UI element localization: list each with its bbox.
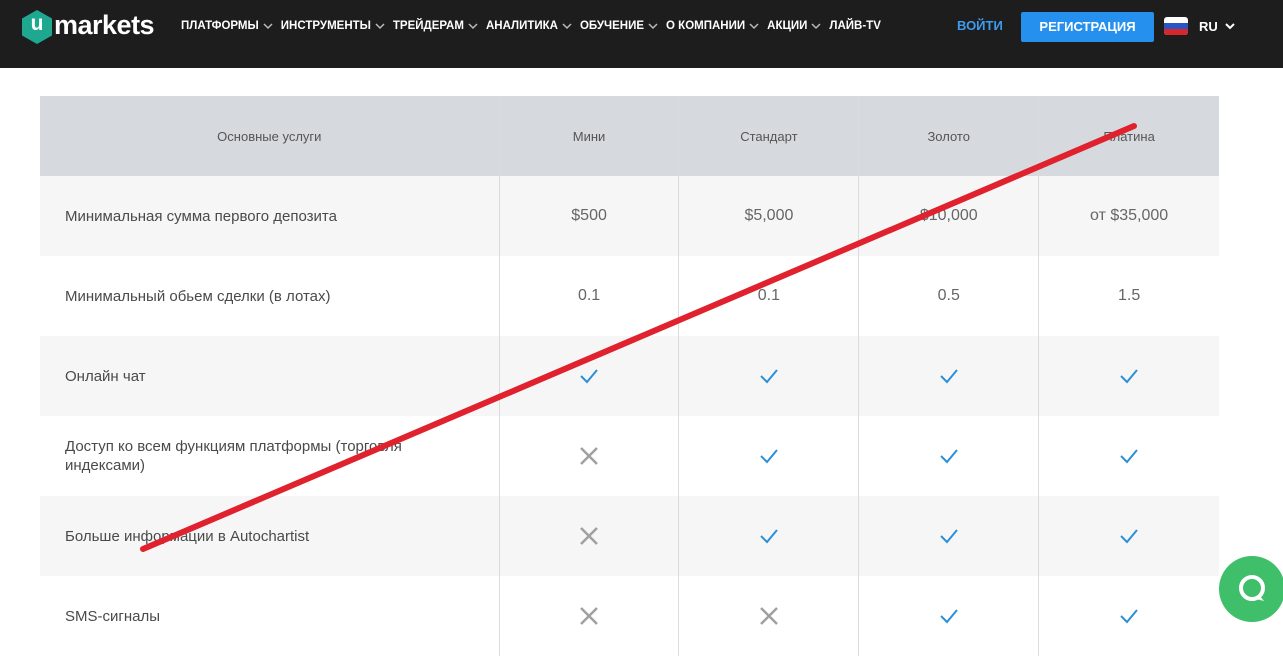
cross-icon — [580, 447, 598, 465]
table-cell-icon — [859, 416, 1040, 496]
table-cell-icon — [859, 336, 1040, 416]
table-cell-icon — [679, 416, 860, 496]
nav-item-5[interactable]: О КОМПАНИИ — [666, 18, 759, 34]
nav-item-label: АКЦИИ — [767, 20, 808, 32]
nav-item-0[interactable]: ПЛАТФОРМЫ — [181, 18, 273, 34]
table-row: Доступ ко всем функциям платформы (торго… — [40, 416, 1219, 496]
chevron-down-icon — [648, 23, 658, 30]
nav-item-6[interactable]: АКЦИИ — [767, 18, 821, 34]
chat-bubble-icon — [1239, 575, 1265, 601]
login-link[interactable]: ВОЙТИ — [957, 18, 1003, 33]
column-header: Основные услуги — [40, 96, 500, 176]
nav-item-label: АНАЛИТИКА — [485, 20, 558, 32]
check-icon — [760, 369, 778, 384]
check-icon — [1120, 369, 1138, 384]
nav-item-label: О КОМПАНИИ — [666, 20, 746, 32]
account-types-table: Основные услуги Мини Стандарт Золото Платина… — [40, 96, 1219, 656]
check-icon — [1120, 529, 1138, 544]
nav-item-label: ОБУЧЕНИЕ — [579, 20, 645, 32]
cross-icon — [580, 607, 598, 625]
nav-item-label: ЛАЙВ-TV — [829, 20, 881, 32]
table-cell-icon — [679, 576, 860, 656]
nav-item-2[interactable]: ТРЕЙДЕРАМ — [393, 18, 478, 34]
logo-letter: u — [30, 12, 44, 35]
column-header: Стандарт — [679, 96, 860, 176]
table-cell-icon — [500, 416, 680, 496]
nav-item-label: ИНСТРУМЕНТЫ — [280, 20, 371, 32]
chevron-down-icon — [375, 23, 385, 30]
cross-icon — [580, 527, 598, 545]
table-cell-value: от $35,000 — [1090, 207, 1169, 224]
check-icon — [1120, 449, 1138, 464]
row-label: Доступ ко всем функциям платформы (торго… — [40, 416, 500, 496]
check-icon — [940, 609, 958, 624]
chevron-down-icon — [468, 23, 478, 30]
logo-text: markets — [54, 10, 155, 40]
table-cell-icon — [500, 496, 680, 576]
check-icon — [580, 369, 598, 384]
chevron-down-icon[interactable] — [1224, 20, 1236, 32]
register-button[interactable]: РЕГИСТРАЦИЯ — [1021, 12, 1154, 42]
table-row: Онлайн чат — [40, 336, 1219, 416]
chat-button[interactable] — [1219, 556, 1283, 622]
nav-item-label: ТРЕЙДЕРАМ — [392, 20, 464, 32]
table-cell-value: $10,000 — [859, 176, 1040, 256]
chevron-down-icon — [263, 23, 273, 30]
umarkets-logo[interactable]: u markets — [21, 9, 161, 47]
table-cell-icon — [1039, 416, 1219, 496]
table-cell-value: 0.1 — [679, 256, 860, 336]
russia-flag-icon[interactable] — [1164, 17, 1188, 35]
table-row: SMS-сигналы — [40, 576, 1219, 656]
table-cell-icon — [1039, 576, 1219, 656]
table-cell-icon — [679, 496, 860, 576]
nav-item-1[interactable]: ИНСТРУМЕНТЫ — [281, 18, 385, 34]
row-label: Больше информации в Autochartist — [40, 496, 500, 576]
check-icon — [940, 369, 958, 384]
main-nav: ПЛАТФОРМЫ ИНСТРУМЕНТЫ ТРЕЙДЕРАМ АНАЛИТИКА ОБ… — [181, 18, 889, 34]
row-label: SMS-сигналы — [40, 576, 500, 656]
nav-item-4[interactable]: ОБУЧЕНИЕ — [580, 18, 658, 34]
table-cell-value: $500 — [500, 176, 680, 256]
check-icon — [760, 449, 778, 464]
table-cell-icon — [500, 576, 680, 656]
table-cell-icon — [859, 576, 1040, 656]
column-header: Платина — [1103, 128, 1155, 144]
chevron-down-icon — [811, 23, 821, 30]
table-row: Минимальная сумма первого депозита $500 $5… — [40, 176, 1219, 256]
table-cell-icon — [1039, 336, 1219, 416]
top-navigation-bar: u markets ПЛАТФОРМЫ ИНСТРУМЕНТЫ ТРЕЙДЕРАМ А… — [0, 0, 1283, 68]
chevron-down-icon — [562, 23, 572, 30]
table-cell-value: 0.1 — [500, 256, 680, 336]
nav-item-7[interactable]: ЛАЙВ-TV — [829, 18, 880, 34]
table-cell-value: 1.5 — [1117, 287, 1141, 304]
language-selector[interactable]: RU — [1199, 19, 1218, 34]
table-header-row: Основные услуги Мини Стандарт Золото Платина — [40, 96, 1219, 176]
row-label: Минимальный обьем сделки (в лотах) — [40, 256, 500, 336]
column-header: Мини — [500, 96, 680, 176]
table-cell-icon — [500, 336, 680, 416]
row-label: Онлайн чат — [40, 336, 500, 416]
row-label: Минимальная сумма первого депозита — [40, 176, 500, 256]
check-icon — [940, 529, 958, 544]
column-header: Золото — [859, 96, 1040, 176]
table-cell-icon — [859, 496, 1040, 576]
table-row: Больше информации в Autochartist — [40, 496, 1219, 576]
check-icon — [1120, 609, 1138, 624]
cross-icon — [760, 607, 778, 625]
table-cell-icon — [1039, 496, 1219, 576]
nav-item-label: ПЛАТФОРМЫ — [181, 20, 259, 32]
table-row: Минимальный обьем сделки (в лотах) 0.1 0.1… — [40, 256, 1219, 336]
table-cell-value: $5,000 — [679, 176, 860, 256]
check-icon — [760, 529, 778, 544]
table-cell-value: 0.5 — [859, 256, 1040, 336]
check-icon — [940, 449, 958, 464]
nav-item-3[interactable]: АНАЛИТИКА — [486, 18, 572, 34]
chevron-down-icon — [749, 23, 759, 30]
table-cell-icon — [679, 336, 860, 416]
